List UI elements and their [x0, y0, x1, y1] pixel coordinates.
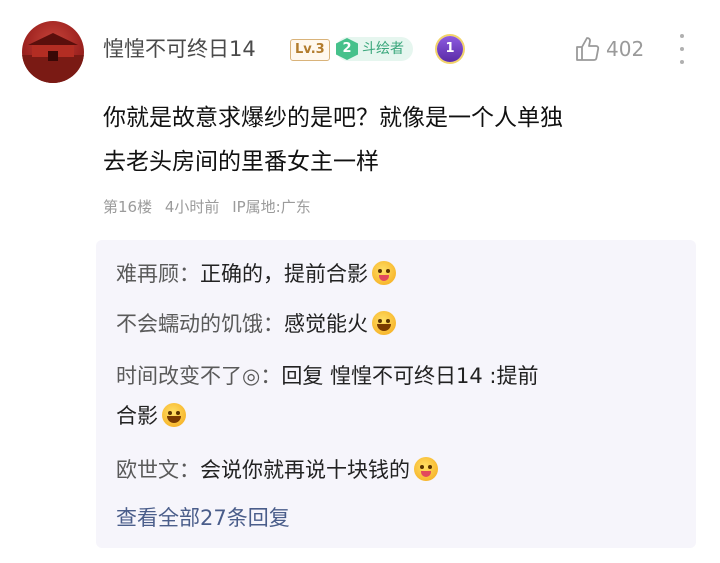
comment-text-line: 去老头房间的里番女主一样 — [103, 149, 379, 175]
reply-section: 难再顾：正确的，提前合影 不会蠕动的饥饿：感觉能火 时间改变不了◎：回复 惶惶不… — [96, 240, 696, 548]
medal-icon: 1 — [437, 36, 463, 62]
reply-text: 正确的，提前合影 — [200, 262, 368, 286]
reply-author[interactable]: 欧世文： — [116, 458, 200, 482]
ip-location: IP属地:广东 — [232, 198, 311, 216]
badge-label: 斗绘者 — [362, 41, 404, 57]
like-count: 402 — [606, 37, 645, 61]
like-button[interactable]: 402 — [574, 36, 644, 62]
emoji-grin-icon — [372, 311, 396, 335]
floor-number: 第16楼 — [103, 198, 153, 216]
username[interactable]: 惶惶不可终日14 — [103, 34, 256, 64]
comment-text-line: 你就是故意求爆纱的是吧？就像是一个人单独 — [103, 105, 563, 131]
comment-text: 你就是故意求爆纱的是吧？就像是一个人单独 去老头房间的里番女主一样 — [103, 96, 688, 184]
reply-author[interactable]: 时间改变不了◎： — [116, 364, 281, 388]
post-time: 4小时前 — [164, 198, 220, 216]
reply-text: 回复 惶惶不可终日14 :提前 — [281, 364, 539, 388]
comment-meta: 第16楼 4小时前 IP属地:广东 — [103, 196, 319, 217]
reply-item[interactable]: 不会蠕动的饥饿：感觉能火 — [116, 304, 686, 344]
reply-text: 会说你就再说十块钱的 — [200, 458, 410, 482]
reply-author[interactable]: 不会蠕动的饥饿： — [116, 312, 284, 336]
reply-item[interactable]: 难再顾：正确的，提前合影 — [116, 254, 686, 294]
emoji-grin-icon — [162, 403, 186, 427]
reply-item[interactable]: 时间改变不了◎：回复 惶惶不可终日14 :提前 合影 — [116, 356, 686, 436]
badge-number: 2 — [336, 38, 358, 60]
more-options-icon[interactable] — [676, 34, 688, 64]
title-badge: 2 斗绘者 — [336, 37, 413, 61]
reply-text: 合影 — [116, 404, 158, 428]
emoji-tongue-icon — [414, 457, 438, 481]
view-all-replies-link[interactable]: 查看全部27条回复 — [116, 498, 290, 538]
emoji-tongue-icon — [372, 261, 396, 285]
reply-text: 感觉能火 — [284, 312, 368, 336]
reply-item[interactable]: 欧世文：会说你就再说十块钱的 — [116, 450, 686, 490]
thumbs-up-icon — [576, 37, 600, 61]
avatar[interactable] — [22, 21, 84, 83]
level-badge: Lv.3 — [290, 39, 330, 61]
reply-author[interactable]: 难再顾： — [116, 262, 200, 286]
